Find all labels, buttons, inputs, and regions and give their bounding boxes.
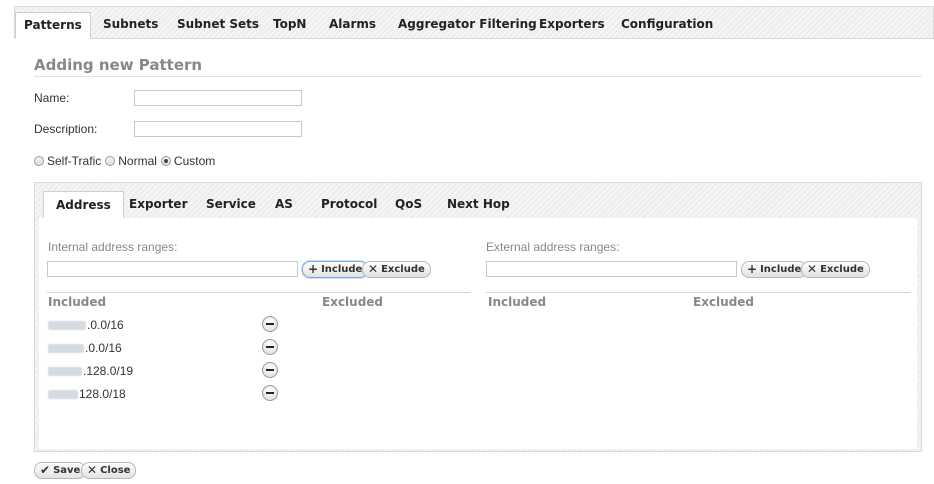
remove-address-button[interactable] [262,316,278,332]
radio-self-trafic-label: Self-Trafic [47,154,101,168]
subtab-protocol[interactable]: Protocol [315,191,383,219]
description-input[interactable] [134,121,302,137]
address-value: .0.0/16 [85,341,122,355]
title-divider [34,76,922,77]
redacted-octets [48,390,78,399]
subtab-exporter[interactable]: Exporter [123,191,193,219]
criteria-panel: Address Exporter Service AS Protocol QoS… [34,182,922,452]
page-title: Adding new Pattern [34,56,202,74]
external-included-header: Included [488,295,546,309]
subtab-next-hop[interactable]: Next Hop [441,191,516,219]
close-label: Close [100,463,130,478]
tab-aggregator-filtering[interactable]: Aggregator Filtering [392,12,543,39]
tab-subnet-sets[interactable]: Subnet Sets [171,12,265,39]
list-item: .0.0/16 [48,318,124,332]
radio-self-trafic[interactable] [34,156,44,166]
external-ranges-label: External address ranges: [486,240,619,254]
address-value: 128.0/18 [79,387,126,401]
internal-excluded-header: Excluded [322,295,383,309]
remove-address-button[interactable] [262,385,278,401]
subtab-address[interactable]: Address [43,191,124,219]
tab-exporters[interactable]: Exporters [533,12,611,39]
radio-normal[interactable] [105,156,115,166]
x-icon: ✕ [87,463,97,478]
radio-normal-label: Normal [118,154,157,168]
traffic-type-group: Self-Trafic Normal Custom [34,154,219,168]
external-include-button[interactable]: + Include [741,261,807,278]
tab-patterns[interactable]: Patterns [15,12,91,39]
top-tab-bar: Patterns Subnets Subnet Sets TopN Alarms… [14,6,934,39]
name-input[interactable] [134,90,302,106]
criteria-tab-bar: Address Exporter Service AS Protocol QoS… [35,183,921,218]
remove-address-button[interactable] [262,339,278,355]
subtab-qos[interactable]: QoS [389,191,428,219]
internal-include-label: Include [321,262,362,277]
tab-subnets[interactable]: Subnets [97,12,164,39]
redacted-octets [48,367,82,376]
radio-custom[interactable] [161,156,171,166]
internal-exclude-label: Exclude [381,262,425,277]
internal-range-input[interactable] [47,261,298,277]
tab-topn[interactable]: TopN [267,12,312,39]
address-value: .0.0/16 [87,318,124,332]
list-item: .0.0/16 [48,341,122,355]
name-label: Name: [34,91,69,105]
save-button[interactable]: ✔ Save [34,462,86,479]
internal-exclude-button[interactable]: ✕ Exclude [362,261,431,278]
remove-address-button[interactable] [262,362,278,378]
address-value: .128.0/19 [83,364,133,378]
internal-included-header: Included [48,295,106,309]
plus-icon: + [747,262,757,277]
list-item: .128.0/19 [48,364,133,378]
tab-alarms[interactable]: Alarms [323,12,382,39]
external-range-input[interactable] [486,261,737,277]
close-button[interactable]: ✕ Close [81,462,136,479]
list-item: 128.0/18 [48,387,126,401]
x-icon: ✕ [368,262,378,277]
redacted-octets [48,344,84,353]
checkmark-icon: ✔ [40,463,50,478]
internal-ranges-label: Internal address ranges: [48,240,177,254]
external-include-label: Include [760,262,801,277]
subtab-as[interactable]: AS [269,191,299,219]
external-excluded-header: Excluded [693,295,754,309]
redacted-octets [48,321,86,330]
radio-custom-label: Custom [174,154,215,168]
tab-configuration[interactable]: Configuration [615,12,719,39]
description-label: Description: [34,122,97,136]
external-divider [486,292,910,293]
subtab-service[interactable]: Service [200,191,262,219]
internal-include-button[interactable]: + Include [302,261,368,278]
plus-icon: + [308,262,318,277]
external-exclude-button[interactable]: ✕ Exclude [801,261,870,278]
internal-divider [47,292,470,293]
save-label: Save [53,463,80,478]
x-icon: ✕ [807,262,817,277]
external-exclude-label: Exclude [820,262,864,277]
